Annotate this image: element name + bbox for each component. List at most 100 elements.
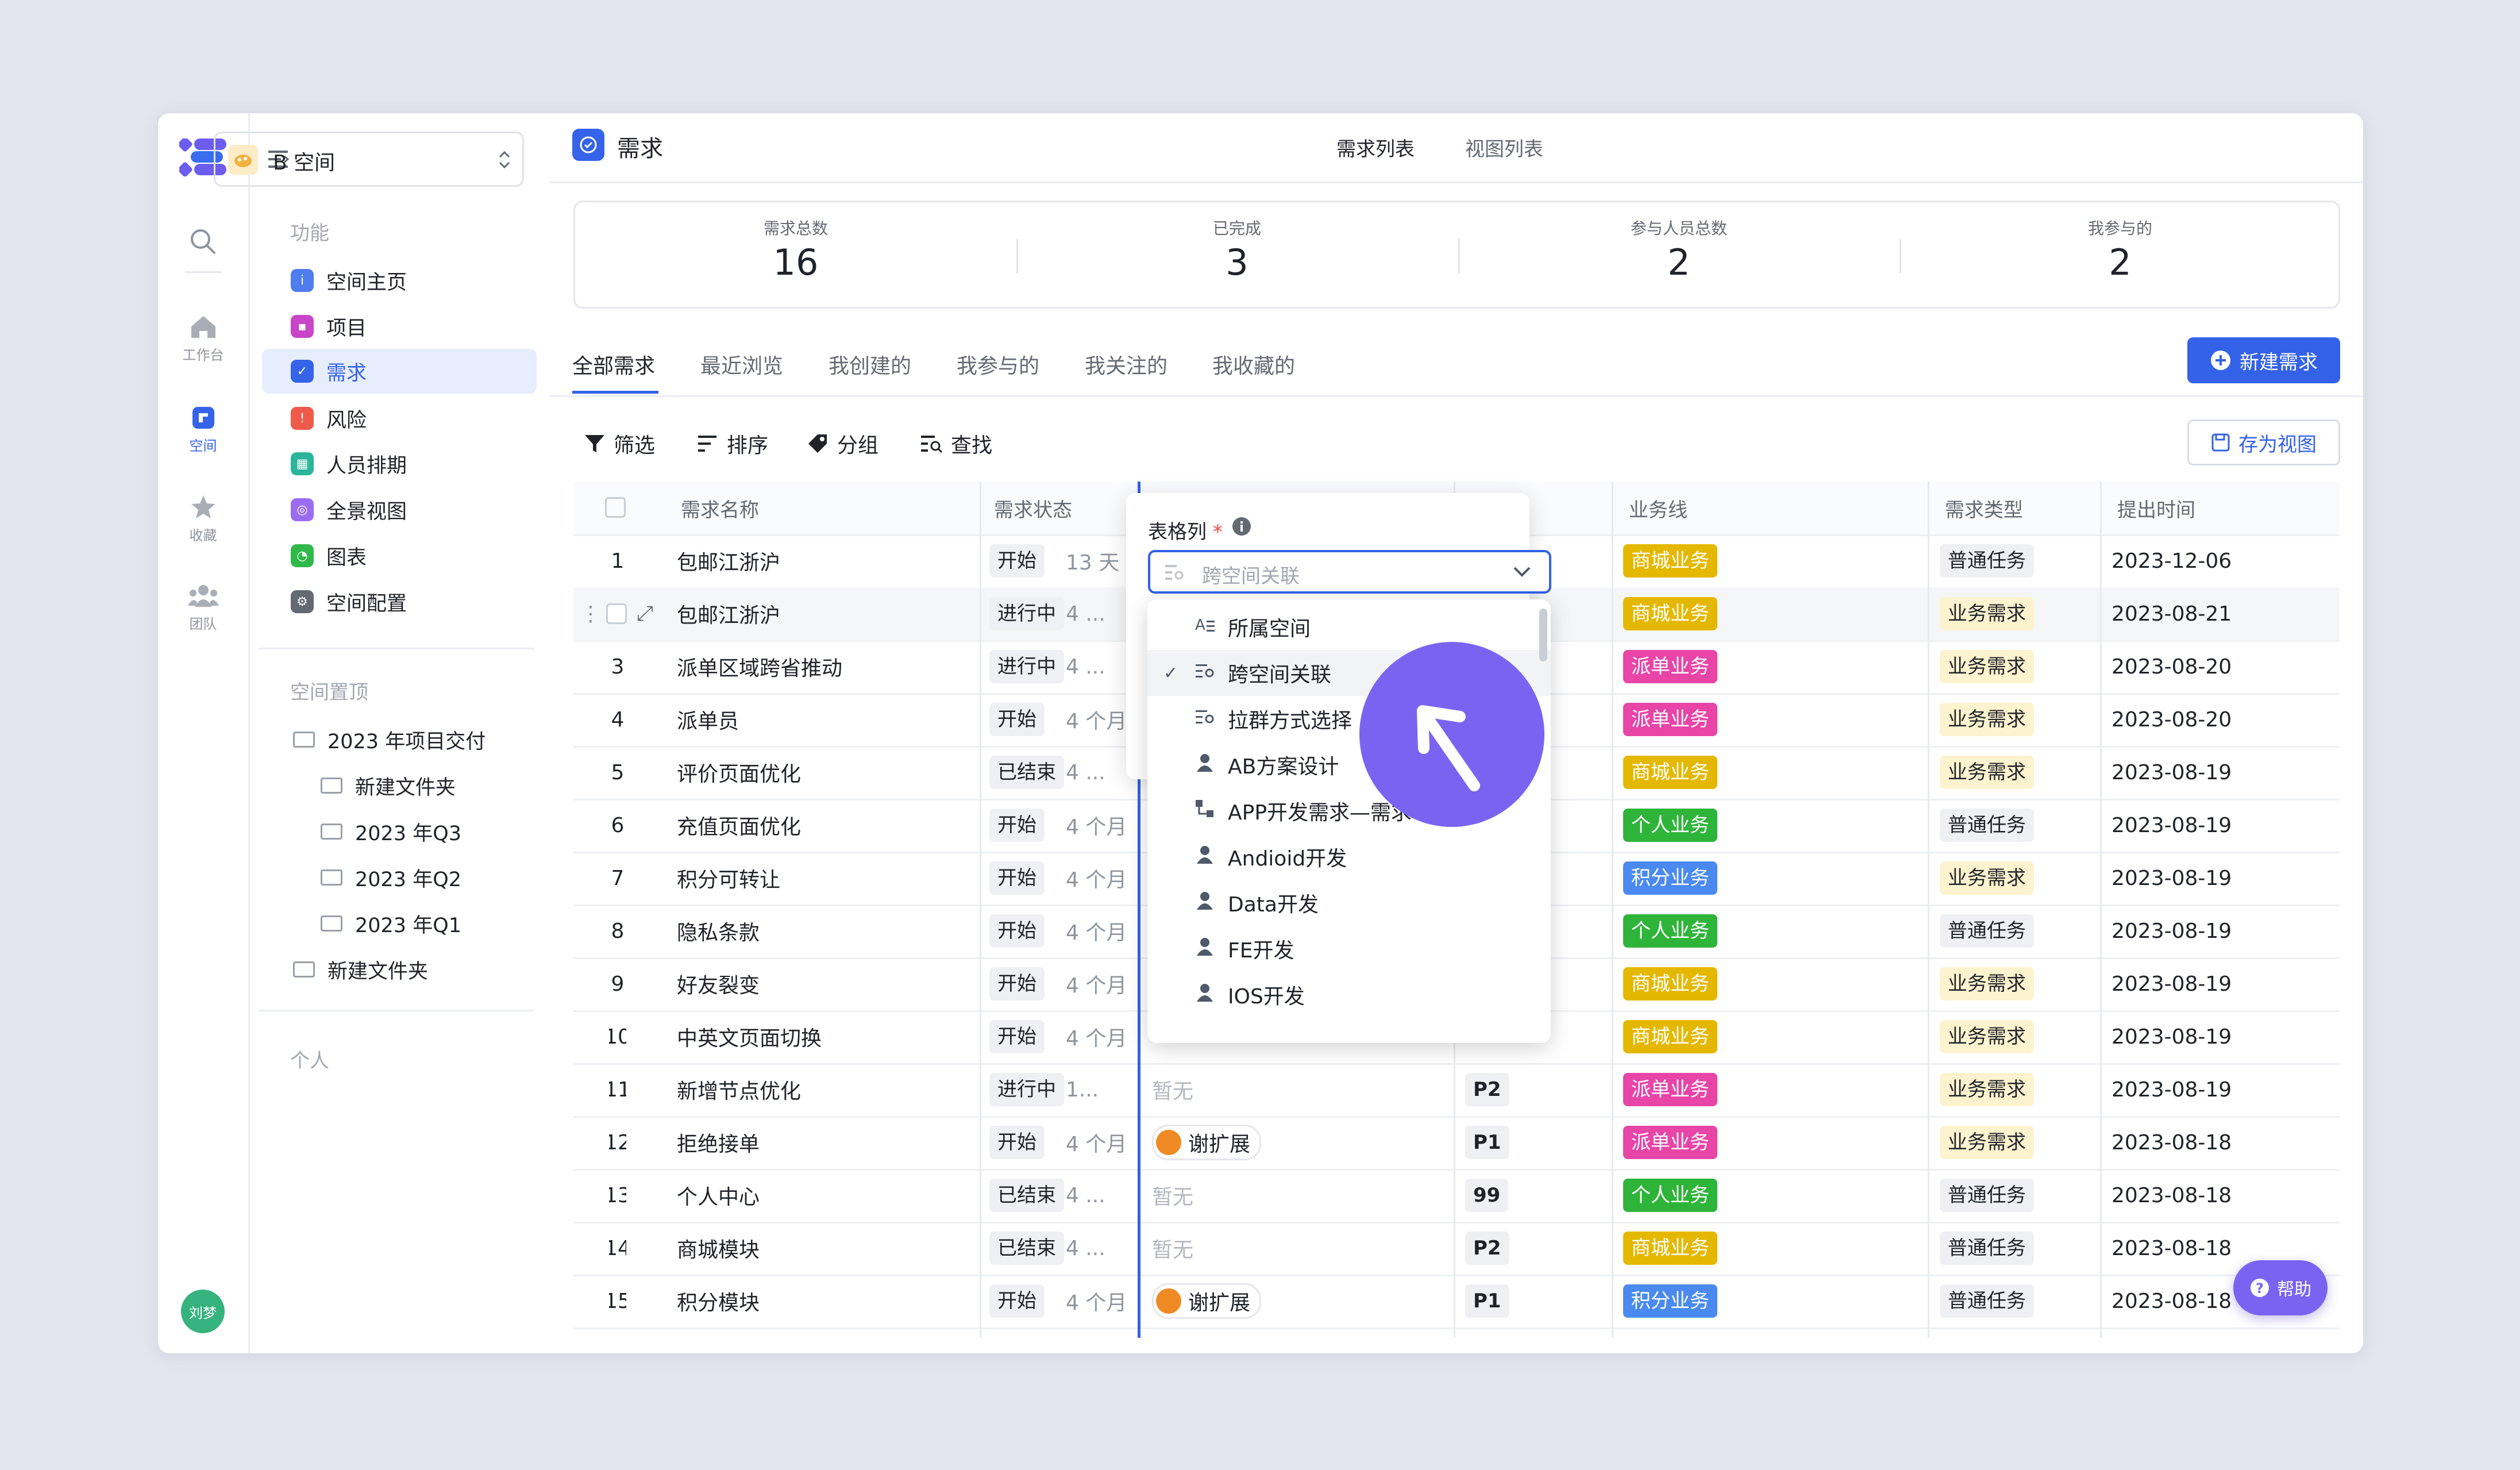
- business-line-tag: 商城业务: [1623, 746, 1717, 799]
- home-icon: [191, 316, 215, 338]
- sort-button[interactable]: 排序: [697, 426, 768, 461]
- group-button[interactable]: 分组: [807, 426, 878, 461]
- search-button[interactable]: 查找: [920, 426, 992, 461]
- column-option[interactable]: Data开发: [1147, 880, 1551, 926]
- search-icon[interactable]: [189, 228, 217, 255]
- requirement-name[interactable]: 包邮江浙沪: [677, 587, 780, 640]
- status-tag: 开始: [989, 1116, 1045, 1169]
- requirement-name[interactable]: 好友裂变: [677, 957, 760, 1010]
- table-row[interactable]: 14 商城模块 已结束 4 ... 暂无 P2 商城业务 普通任务 2023-08-18: [573, 1222, 2340, 1276]
- column-option[interactable]: FE开发: [1147, 926, 1551, 972]
- row-number: 15: [609, 1289, 626, 1313]
- tab-created[interactable]: 我创建的: [829, 349, 911, 379]
- table-row[interactable]: 11 新增节点优化 进行中 1... 暂无 P2 派单业务 业务需求 2023-08-19: [573, 1063, 2340, 1118]
- sidebar-item-space-home[interactable]: i 空间主页: [256, 258, 535, 303]
- column-option[interactable]: IOS开发: [1147, 972, 1551, 1018]
- section-title-personal: 个人: [290, 1049, 329, 1072]
- requirement-name[interactable]: 积分模块: [677, 1275, 760, 1327]
- new-requirement-button[interactable]: 新建需求: [2187, 337, 2340, 383]
- status-duration: 4 个月: [1066, 1291, 1123, 1315]
- rail-item-team[interactable]: 团队: [158, 584, 248, 633]
- assignee[interactable]: 暂无: [1152, 1063, 1193, 1116]
- tab-following[interactable]: 我关注的: [1085, 349, 1167, 379]
- sidebar-item-label: 风险: [326, 409, 367, 432]
- requirement-name[interactable]: 评价页面优化: [677, 746, 801, 799]
- row-number: 1: [611, 549, 625, 573]
- tab-favorited[interactable]: 我收藏的: [1212, 349, 1295, 379]
- requirement-name[interactable]: 个人中心: [677, 1169, 760, 1222]
- requirement-name[interactable]: 商城模块: [677, 1222, 760, 1275]
- assignee[interactable]: 暂无: [1152, 1222, 1193, 1275]
- requirement-name[interactable]: 派单区域跨省推动: [677, 640, 842, 693]
- created-date: 2023-12-06: [2111, 549, 2232, 573]
- select-all-checkbox[interactable]: [605, 497, 626, 518]
- folder-icon: [321, 778, 342, 794]
- table-row[interactable]: 12 拒绝接单 开始 4 个月 谢扩展 P1 派单业务 业务需求 2023-08-18: [573, 1116, 2340, 1171]
- tab-recent[interactable]: 最近浏览: [700, 349, 783, 379]
- sidebar-item-staff-schedule[interactable]: ▦ 人员排期: [256, 441, 535, 486]
- flow-icon: [1193, 799, 1216, 822]
- text-icon: A: [1193, 616, 1216, 638]
- rail-item-workbench[interactable]: 工作台: [158, 315, 248, 364]
- sidebar-item-charts[interactable]: ◔ 图表: [256, 533, 535, 578]
- sidebar-item-requirements[interactable]: ✓ 需求: [262, 349, 537, 394]
- sidebar-item-risk[interactable]: ! 风险: [256, 396, 535, 441]
- requirement-type-tag: 普通任务: [1940, 1169, 2034, 1222]
- requirement-name[interactable]: 拒绝接单: [677, 1116, 760, 1169]
- folder-item[interactable]: 2023 年项目交付: [293, 722, 485, 757]
- rail-item-space[interactable]: 空间: [158, 406, 248, 455]
- search-label: 查找: [951, 434, 993, 457]
- column-option-label: 跨空间关联: [1228, 663, 1332, 687]
- rail-item-favorites[interactable]: 收藏: [158, 494, 248, 544]
- sidebar-item-space-settings[interactable]: ⚙ 空间配置: [256, 579, 535, 624]
- assignee[interactable]: 暂无: [1152, 1169, 1193, 1222]
- folder-item[interactable]: 新建文件夹: [293, 952, 428, 987]
- folder-item[interactable]: 新建文件夹: [321, 768, 456, 803]
- save-view-button[interactable]: 存为视图: [2187, 420, 2340, 465]
- expand-icon[interactable]: ⤢: [637, 587, 653, 640]
- row-checkbox[interactable]: [606, 603, 627, 624]
- status-tag: 已结束: [989, 1222, 1064, 1275]
- requirement-name[interactable]: 派单员: [677, 693, 739, 746]
- sidebar-item-overview[interactable]: ◎ 全景视图: [256, 487, 535, 532]
- assignee[interactable]: 谢扩展: [1152, 1116, 1262, 1169]
- requirement-name[interactable]: 中英文页面切换: [677, 1010, 822, 1063]
- status-duration: 4 个月: [1066, 868, 1123, 892]
- folder-item[interactable]: 2023 年Q3: [321, 814, 461, 849]
- rail-item-label: 空间: [189, 438, 217, 454]
- tab-view-list[interactable]: 视图列表: [1465, 133, 1543, 161]
- user-avatar[interactable]: 刘梦: [181, 1290, 225, 1333]
- column-option[interactable]: Andioid开发: [1147, 834, 1551, 880]
- check-icon: ✓: [1163, 663, 1178, 683]
- folder-item[interactable]: 2023 年Q2: [321, 860, 461, 895]
- help-button[interactable]: ? 帮助: [2233, 1260, 2328, 1315]
- column-header[interactable]: 需求类型: [1945, 482, 2023, 534]
- requirement-name[interactable]: 新增节点优化: [677, 1063, 801, 1116]
- requirement-name[interactable]: 积分可转让: [677, 852, 780, 905]
- table-row[interactable]: 13 个人中心 已结束 4 ... 暂无 99 个人业务 普通任务 2023-08-18: [573, 1169, 2340, 1223]
- folder-item[interactable]: 2023 年Q1: [321, 906, 461, 941]
- space-selector[interactable]: B 空间: [214, 132, 524, 187]
- column-select-input[interactable]: 跨空间关联: [1148, 550, 1551, 594]
- tab-requirement-list[interactable]: 需求列表: [1336, 133, 1415, 161]
- requirement-name[interactable]: 包邮江浙沪: [677, 534, 780, 587]
- requirement-name[interactable]: 隐私条款: [677, 905, 760, 957]
- tab-all[interactable]: 全部需求: [572, 349, 655, 379]
- rail-item-label: 工作台: [182, 347, 224, 363]
- assignee[interactable]: 谢扩展: [1152, 1275, 1262, 1327]
- tab-active-indicator: [572, 391, 658, 394]
- tab-participated[interactable]: 我参与的: [957, 349, 1039, 379]
- requirement-name[interactable]: 充值页面优化: [677, 799, 801, 852]
- priority-tag: P2: [1465, 1222, 1509, 1275]
- column-divider: [1612, 482, 1613, 1338]
- priority-tag: 99: [1465, 1169, 1509, 1222]
- sidebar-item-project[interactable]: ▪ 项目: [256, 304, 535, 349]
- column-header[interactable]: 需求状态: [994, 482, 1072, 534]
- column-header[interactable]: 需求名称: [681, 482, 759, 534]
- column-header[interactable]: 业务线: [1629, 482, 1687, 534]
- filter-button[interactable]: 筛选: [584, 426, 655, 461]
- table-row[interactable]: 15 积分模块 开始 4 个月 谢扩展 P1 积分业务 普通任务 2023-08-18: [573, 1275, 2340, 1329]
- status-tag: 已结束: [989, 746, 1064, 799]
- column-header[interactable]: 提出时间: [2117, 482, 2195, 534]
- info-circle-icon[interactable]: [1231, 516, 1252, 537]
